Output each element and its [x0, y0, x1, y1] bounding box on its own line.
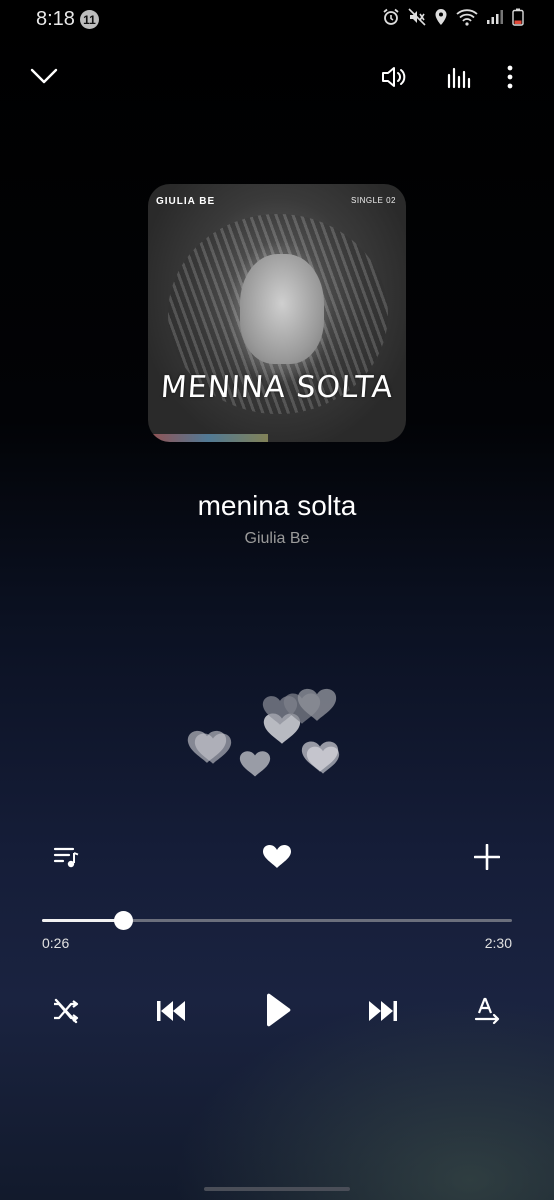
queue-music-icon [52, 844, 80, 875]
location-icon [434, 8, 448, 26]
shuffle-off-icon [51, 997, 81, 1030]
home-indicator[interactable] [204, 1187, 350, 1191]
more-vertical-icon [506, 65, 514, 94]
album-art-title: MENINA SOLTA [159, 370, 395, 405]
more-options-button[interactable] [496, 62, 524, 96]
status-icons [382, 8, 524, 26]
mute-icon [408, 8, 426, 26]
favorite-button[interactable] [258, 842, 296, 876]
equalizer-icon [446, 65, 472, 94]
notification-badge: 11 [80, 10, 99, 29]
shuffle-button[interactable] [46, 994, 86, 1032]
wifi-icon [456, 8, 478, 26]
chevron-down-icon [30, 67, 58, 90]
volume-icon [380, 65, 408, 94]
elapsed-time: 0:26 [42, 935, 70, 951]
album-art-single-label: SINGLE 02 [351, 196, 396, 205]
play-icon [264, 993, 292, 1032]
equalizer-button[interactable] [442, 62, 476, 96]
album-art-face [240, 254, 324, 364]
repeat-button[interactable] [468, 994, 508, 1032]
track-artist[interactable]: Giulia Be [0, 530, 554, 548]
collapse-button[interactable] [26, 62, 62, 94]
album-art-brand: GIULIA BE [156, 196, 216, 207]
skip-previous-icon [155, 999, 187, 1028]
skip-next-icon [367, 999, 399, 1028]
heart-icon [262, 844, 292, 875]
album-art: GIULIA BE SINGLE 02 MENINA SOLTA [148, 184, 406, 442]
heart-icon-3 [239, 751, 271, 777]
seek-bar-progress [42, 919, 124, 922]
total-time: 2:30 [484, 935, 512, 951]
playlist-button[interactable] [48, 842, 84, 876]
battery-low-icon [512, 8, 524, 26]
previous-button[interactable] [150, 994, 192, 1032]
add-to-playlist-button[interactable] [470, 842, 504, 876]
seek-thumb[interactable] [114, 911, 134, 930]
plus-icon [473, 843, 501, 875]
album-art-light-leak [148, 434, 268, 442]
track-title: menina solta [197, 490, 357, 521]
play-button[interactable] [256, 990, 300, 1034]
alarm-icon [382, 8, 400, 26]
status-time: 8:18 [36, 8, 75, 30]
volume-button[interactable] [376, 62, 412, 96]
signal-icon [486, 8, 504, 26]
hearts-animation [187, 688, 340, 777]
repeat-a-icon [473, 997, 503, 1030]
next-button[interactable] [362, 994, 404, 1032]
